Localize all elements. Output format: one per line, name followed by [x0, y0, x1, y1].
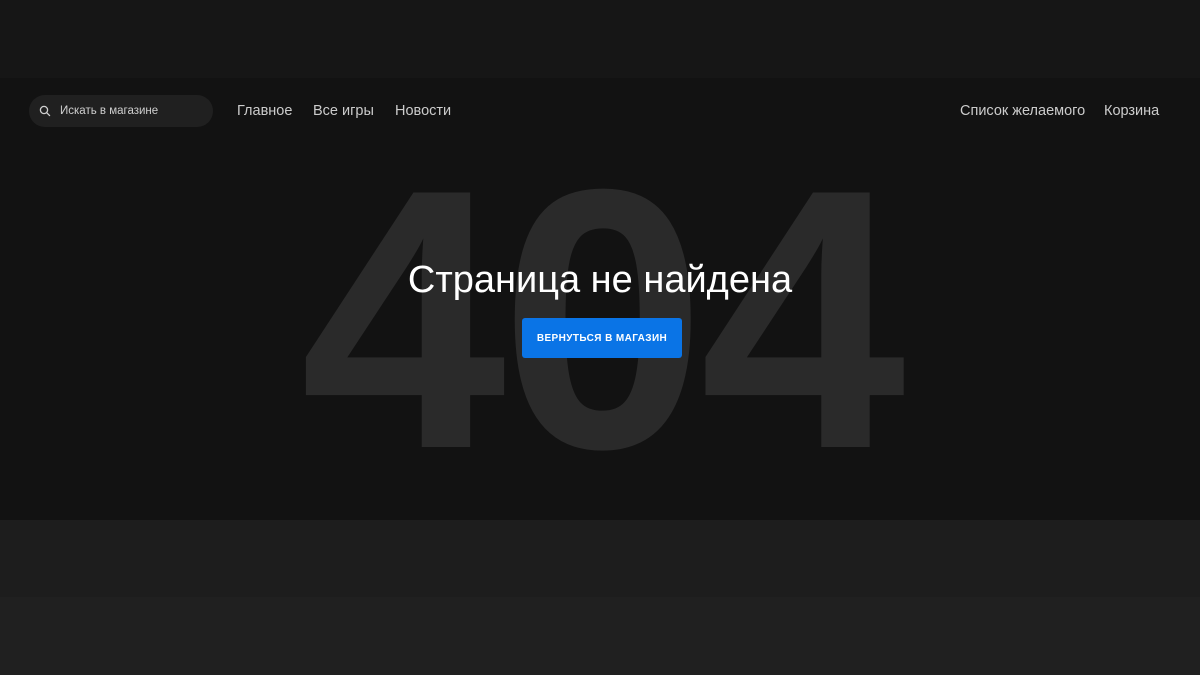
- store-navigation: Главное Все игры Новости Список желаемог…: [0, 78, 1200, 144]
- error-hero: 404 Страница не найдена ВЕРНУТЬСЯ В МАГА…: [0, 144, 1200, 520]
- nav-link-all-games[interactable]: Все игры: [313, 100, 374, 122]
- nav-link-news[interactable]: Новости: [395, 100, 451, 122]
- return-to-store-button[interactable]: ВЕРНУТЬСЯ В МАГАЗИН: [522, 318, 682, 358]
- footer-band: [0, 520, 1200, 597]
- page-bottom: [0, 597, 1200, 675]
- search-input[interactable]: [60, 105, 200, 117]
- search-icon: [39, 105, 51, 117]
- top-bar: [0, 0, 1200, 78]
- page-title: Страница не найдена: [407, 259, 793, 301]
- search-box[interactable]: [29, 95, 213, 127]
- nav-link-home[interactable]: Главное: [237, 100, 292, 122]
- nav-link-wishlist[interactable]: Список желаемого: [960, 100, 1085, 122]
- nav-link-cart[interactable]: Корзина: [1104, 100, 1159, 122]
